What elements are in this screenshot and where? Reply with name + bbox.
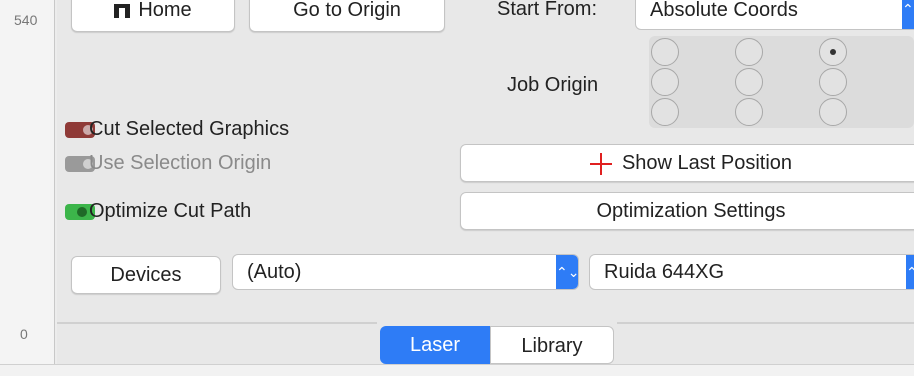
controller-value: Ruida 644XG bbox=[604, 261, 725, 283]
origin-bottom-center-radio[interactable] bbox=[735, 98, 763, 126]
bottom-bar bbox=[0, 364, 914, 376]
port-select[interactable]: (Auto) ⌃⌄ bbox=[232, 254, 579, 290]
port-value: (Auto) bbox=[247, 261, 302, 283]
laser-panel: Home Go to Origin Start From: Absolute C… bbox=[57, 0, 914, 364]
tab-library[interactable]: Library bbox=[490, 326, 614, 364]
cut-selected-graphics-option[interactable]: Cut Selected Graphics bbox=[65, 118, 385, 142]
devices-button[interactable]: Devices bbox=[71, 256, 221, 294]
vertical-ruler: 540 0 bbox=[0, 0, 55, 364]
start-from-select[interactable]: Absolute Coords ⌃⌄ bbox=[635, 0, 914, 30]
start-from-value: Absolute Coords bbox=[650, 0, 798, 21]
home-label: Home bbox=[138, 0, 192, 21]
show-last-position-label: Show Last Position bbox=[621, 152, 793, 174]
show-last-position-button[interactable]: Show Last Position bbox=[460, 144, 914, 182]
optimize-cut-path-option[interactable]: Optimize Cut Path bbox=[65, 200, 385, 224]
ruler-tick-top: 540 bbox=[14, 12, 38, 28]
tab-separator-right bbox=[617, 322, 914, 324]
job-origin-label: Job Origin bbox=[507, 74, 599, 96]
job-origin-grid bbox=[649, 36, 914, 128]
controller-select[interactable]: Ruida 644XG ⌃⌄ bbox=[589, 254, 914, 290]
home-icon bbox=[114, 3, 131, 18]
origin-top-center-radio[interactable] bbox=[735, 38, 763, 66]
chevron-up-down-icon: ⌃⌄ bbox=[902, 0, 914, 29]
origin-bottom-right-radio[interactable] bbox=[819, 98, 847, 126]
optimization-settings-button[interactable]: Optimization Settings bbox=[460, 192, 914, 230]
use-selection-origin-label: Use Selection Origin bbox=[89, 152, 272, 174]
tab-separator-left bbox=[57, 322, 377, 324]
origin-top-left-radio[interactable] bbox=[651, 38, 679, 66]
chevron-up-down-icon: ⌃⌄ bbox=[556, 255, 579, 289]
use-selection-origin-option[interactable]: Use Selection Origin bbox=[65, 152, 385, 176]
radio-selected-dot bbox=[830, 49, 836, 55]
home-button[interactable]: Home bbox=[71, 0, 235, 32]
toggle-knob bbox=[77, 207, 87, 217]
crosshair-icon bbox=[589, 152, 612, 175]
origin-middle-right-radio[interactable] bbox=[819, 68, 847, 96]
origin-middle-left-radio[interactable] bbox=[651, 68, 679, 96]
chevron-up-down-icon: ⌃⌄ bbox=[906, 255, 914, 289]
start-from-label: Start From: bbox=[497, 0, 598, 20]
optimize-cut-path-label: Optimize Cut Path bbox=[89, 200, 252, 222]
origin-middle-center-radio[interactable] bbox=[735, 68, 763, 96]
origin-top-right-radio[interactable] bbox=[819, 38, 847, 66]
cut-selected-label: Cut Selected Graphics bbox=[89, 118, 290, 140]
ruler-tick-bottom: 0 bbox=[20, 326, 28, 342]
origin-bottom-left-radio[interactable] bbox=[651, 98, 679, 126]
go-to-origin-button[interactable]: Go to Origin bbox=[249, 0, 445, 32]
tab-laser[interactable]: Laser bbox=[380, 326, 490, 364]
